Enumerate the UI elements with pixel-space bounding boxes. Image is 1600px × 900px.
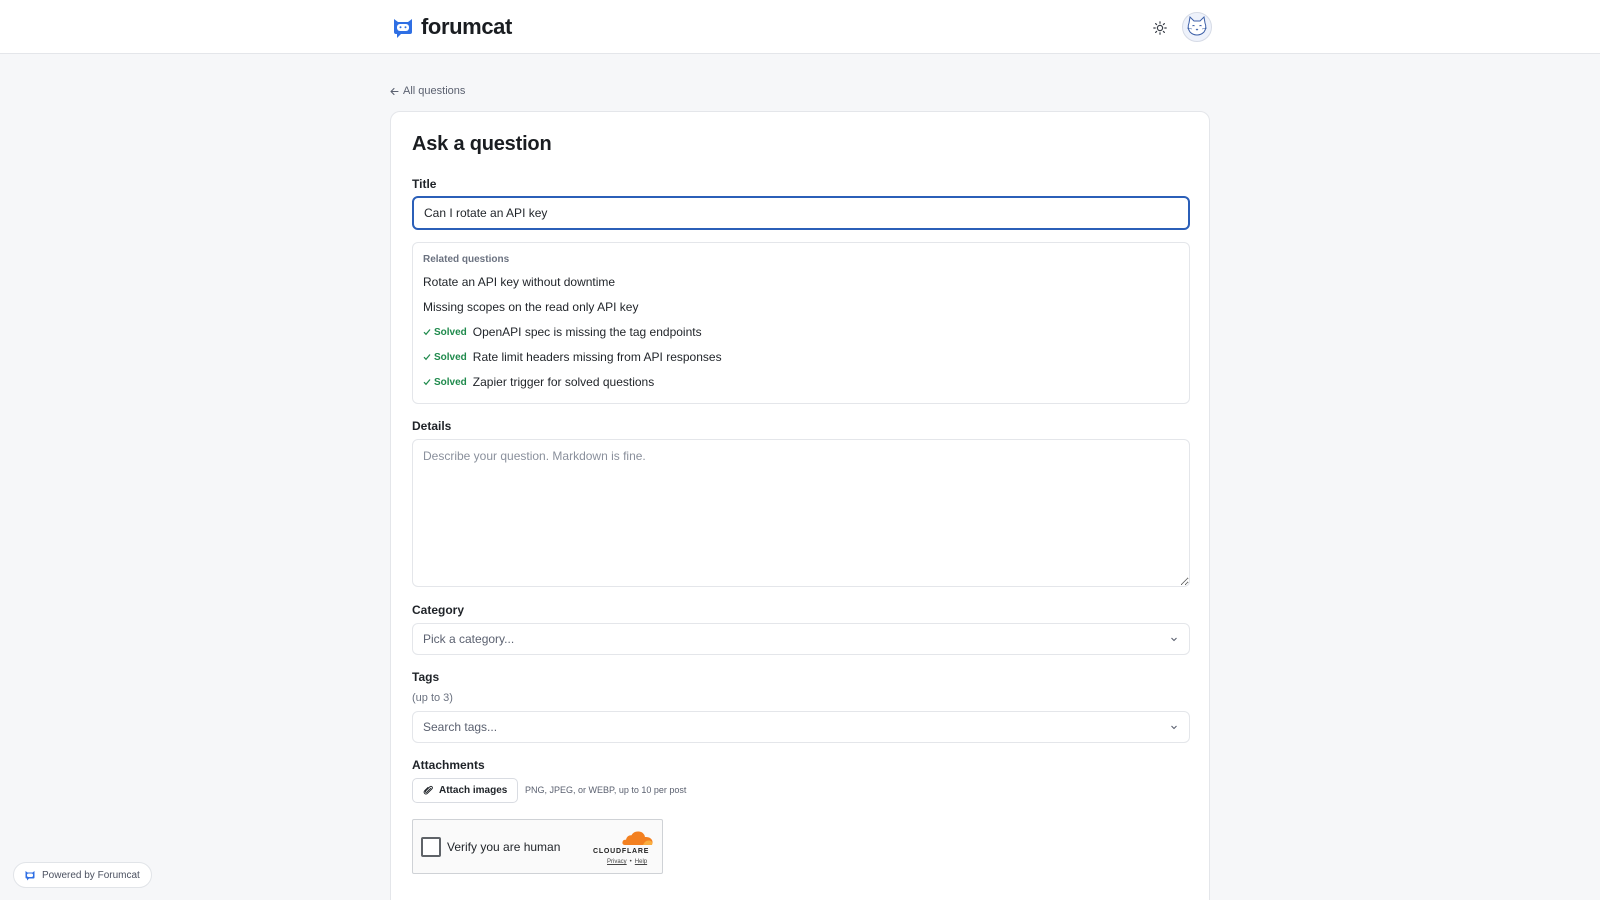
related-question-text: Missing scopes on the read only API key [423,300,639,314]
theme-toggle-button[interactable] [1149,17,1171,39]
sun-icon [1153,21,1167,35]
solved-badge: Solved [423,377,467,388]
solved-badge: Solved [423,352,467,363]
forumcat-logo-icon [394,19,412,38]
category-select[interactable]: Pick a category... [412,623,1190,655]
solved-badge-label: Solved [434,351,467,363]
cloud-icon [622,831,653,845]
related-question-item[interactable]: Solved Zapier trigger for solved questio… [423,372,654,392]
check-icon [423,354,431,361]
attachments-hint: PNG, JPEG, or WEBP, up to 10 per post [525,785,687,795]
check-icon [423,379,431,386]
ask-question-card: Ask a question Title Related questions R… [390,111,1210,900]
captcha-help-link[interactable]: Help [635,859,647,865]
arrow-left-icon [390,87,399,95]
title-label: Title [412,177,437,191]
captcha-checkbox[interactable] [421,837,441,857]
title-input[interactable] [412,196,1190,230]
check-icon [423,329,431,336]
category-select-placeholder: Pick a category... [423,632,515,646]
tags-label: Tags [412,670,440,684]
captcha-widget: Verify you are human CLOUDFLARE Privacy … [412,819,663,874]
details-textarea[interactable] [412,439,1190,587]
cloudflare-wordmark: CLOUDFLARE [593,848,650,855]
powered-by-label: Powered by Forumcat [42,869,140,881]
solved-badge: Solved [423,327,467,338]
related-question-text: Rotate an API key without downtime [423,275,616,289]
paperclip-icon [423,785,433,795]
related-question-item[interactable]: Rotate an API key without downtime [423,272,615,292]
details-label: Details [412,419,452,433]
captcha-links: Privacy • Help [607,859,647,865]
captcha-link-separator: • [629,859,632,865]
back-to-all-questions-link[interactable]: All questions [390,85,465,97]
captcha-label: Verify you are human [447,840,561,854]
brand-logo[interactable]: forumcat [391,14,512,40]
brand-name: forumcat [421,14,512,39]
related-question-item[interactable]: Missing scopes on the read only API key [423,297,638,317]
attach-images-label: Attach images [439,785,508,796]
chevron-down-icon [1171,637,1177,642]
page-title: Ask a question [412,133,552,155]
cloudflare-logo: CLOUDFLARE Privacy • Help [593,829,657,869]
related-question-item[interactable]: Solved Rate limit headers missing from A… [423,347,722,367]
chevron-down-icon [1171,725,1177,730]
related-questions-panel: Related questions Rotate an API key with… [412,242,1190,404]
top-bar: forumcat [0,0,1600,54]
captcha-privacy-link[interactable]: Privacy [607,859,627,865]
solved-badge-label: Solved [434,376,467,388]
category-label: Category [412,603,465,617]
related-question-text: Zapier trigger for solved questions [472,375,655,389]
cat-face-icon [1186,15,1208,36]
back-link-label: All questions [403,85,466,97]
solved-badge-label: Solved [434,326,467,338]
powered-by-badge[interactable]: Powered by Forumcat [13,862,152,888]
attachments-label: Attachments [412,758,485,772]
user-avatar[interactable] [1182,12,1212,42]
tags-select-placeholder: Search tags... [423,720,498,734]
related-question-item[interactable]: Solved OpenAPI spec is missing the tag e… [423,322,702,342]
related-question-text: OpenAPI spec is missing the tag endpoint… [472,325,702,339]
forumcat-logo-icon [25,871,35,881]
tags-limit-hint: (up to 3) [412,692,453,704]
attach-images-button[interactable]: Attach images [412,778,519,803]
related-question-text: Rate limit headers missing from API resp… [472,350,722,364]
tags-select[interactable]: Search tags... [412,711,1190,743]
related-questions-heading: Related questions [423,254,510,265]
